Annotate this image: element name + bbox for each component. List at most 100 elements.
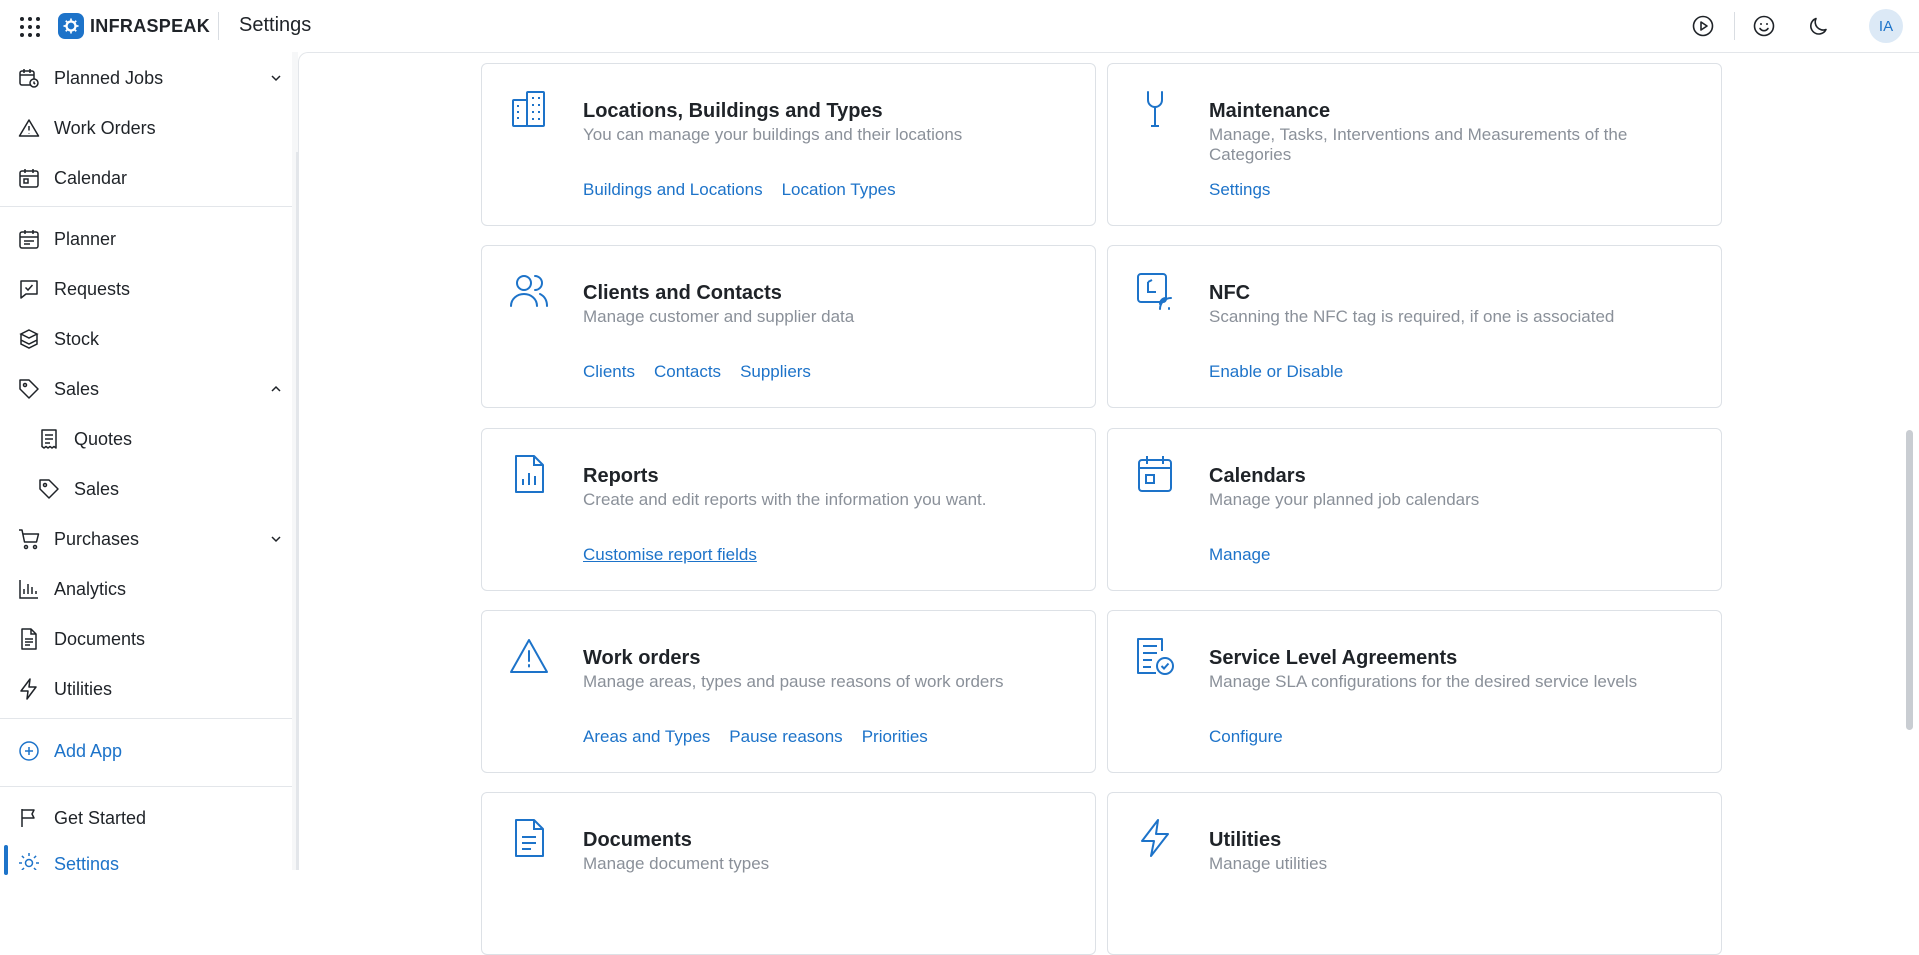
card-title: Locations, Buildings and Types <box>583 100 883 122</box>
card-title: Utilities <box>1209 829 1282 851</box>
settings-card-calendars: Calendars Manage your planned job calend… <box>1107 428 1722 591</box>
settings-card-locations: Locations, Buildings and Types You can m… <box>481 63 1096 226</box>
tag-icon <box>39 479 59 499</box>
card-title: Service Level Agreements <box>1209 647 1458 669</box>
settings-card-clients: Clients and Contacts Manage customer and… <box>481 245 1096 408</box>
card-description: Manage document types <box>583 854 770 873</box>
sidebar-item-label: Planner <box>54 228 117 249</box>
top-right-divider <box>1734 12 1735 40</box>
play-circle-icon[interactable] <box>1691 14 1715 38</box>
bar-chart-icon <box>19 580 38 599</box>
settings-card-documents: Documents Manage document types <box>481 792 1096 955</box>
sidebar-item-documents[interactable]: Documents <box>0 616 292 662</box>
wrench-icon <box>1147 91 1163 127</box>
sidebar-item-analytics[interactable]: Analytics <box>0 566 292 612</box>
calendar-icon <box>19 169 39 188</box>
card-title: Maintenance <box>1209 100 1331 122</box>
sidebar-item-label: Add App <box>54 740 123 761</box>
sidebar: Planned Jobs Work Orders Calendar Planne… <box>0 52 298 875</box>
customise-report-fields-link[interactable]: Customise report fields <box>583 545 757 565</box>
buildings-icon <box>512 91 545 127</box>
sidebar-item-sales-sub[interactable]: Sales <box>0 466 292 512</box>
user-avatar[interactable]: IA <box>1869 9 1903 43</box>
sidebar-item-get-started[interactable]: Get Started <box>0 795 292 841</box>
maintenance-settings-link[interactable]: Settings <box>1209 180 1270 200</box>
smiley-icon[interactable] <box>1752 14 1776 38</box>
buildings-and-locations-link[interactable]: Buildings and Locations <box>583 180 763 200</box>
clients-link[interactable]: Clients <box>583 362 635 382</box>
brand-name: INFRASPEAK <box>90 15 211 36</box>
chevron-down-icon[interactable] <box>268 70 284 86</box>
sidebar-item-stock[interactable]: Stock <box>0 316 292 362</box>
calendar-icon <box>1138 456 1172 492</box>
sidebar-item-label: Utilities <box>54 678 113 699</box>
sidebar-divider <box>0 786 292 787</box>
sidebar-item-planner[interactable]: Planner <box>0 216 292 262</box>
sidebar-item-label: Requests <box>54 278 131 299</box>
sidebar-divider <box>0 206 292 207</box>
settings-card-maintenance: Maintenance Manage, Tasks, Interventions… <box>1107 63 1722 226</box>
card-description: Manage SLA configurations for the desire… <box>1209 672 1638 691</box>
card-description: Manage areas, types and pause reasons of… <box>583 672 1004 691</box>
sidebar-item-settings[interactable]: Settings <box>0 845 292 870</box>
suppliers-link[interactable]: Suppliers <box>740 362 811 382</box>
sidebar-item-label: Documents <box>54 628 146 649</box>
sidebar-item-label: Quotes <box>74 428 133 449</box>
warning-triangle-icon <box>510 639 548 673</box>
cart-icon <box>19 529 40 550</box>
users-icon <box>510 275 548 307</box>
lightning-icon <box>1141 819 1169 857</box>
sidebar-panel: Planned Jobs Work Orders Calendar Planne… <box>0 52 292 875</box>
sidebar-item-requests[interactable]: Requests <box>0 266 292 312</box>
sidebar-divider <box>0 718 292 719</box>
chevron-down-icon[interactable] <box>268 531 284 547</box>
settings-content: Locations, Buildings and Types You can m… <box>298 52 1919 955</box>
settings-card-nfc: NFC Scanning the NFC tag is required, if… <box>1107 245 1722 408</box>
card-description: Manage utilities <box>1209 854 1328 873</box>
card-description: Scanning the NFC tag is required, if one… <box>1209 307 1615 326</box>
sidebar-item-purchases[interactable]: Purchases <box>0 516 292 562</box>
enable-or-disable-link[interactable]: Enable or Disable <box>1209 362 1343 382</box>
calendar-clock-icon <box>19 69 39 88</box>
location-types-link[interactable]: Location Types <box>782 180 896 200</box>
settings-card-reports: Reports Create and edit reports with the… <box>481 428 1096 591</box>
sidebar-item-label: Settings <box>54 854 120 870</box>
add-app-button[interactable]: Add App <box>0 728 292 774</box>
sidebar-item-planned-jobs[interactable]: Planned Jobs <box>0 55 292 101</box>
card-description: Manage your planned job calendars <box>1209 490 1480 509</box>
sidebar-item-calendar[interactable]: Calendar <box>0 155 292 201</box>
sidebar-item-label: Sales <box>74 478 120 499</box>
apps-grid-icon[interactable] <box>18 15 42 39</box>
areas-and-types-link[interactable]: Areas and Types <box>583 727 710 747</box>
card-description: Manage customer and supplier data <box>583 307 855 326</box>
main-scrollbar[interactable] <box>1906 430 1913 730</box>
card-title: Reports <box>583 465 659 487</box>
planner-icon <box>19 230 39 249</box>
priorities-link[interactable]: Priorities <box>862 727 928 747</box>
card-description: You can manage your buildings and their … <box>583 125 963 144</box>
chevron-up-icon[interactable] <box>268 381 284 397</box>
sidebar-item-quotes[interactable]: Quotes <box>0 416 292 462</box>
pause-reasons-link[interactable]: Pause reasons <box>729 727 842 747</box>
card-title: Work orders <box>583 647 701 669</box>
configure-sla-link[interactable]: Configure <box>1209 727 1283 747</box>
card-description: Manage, Tasks, Interventions and Measure… <box>1209 125 1628 164</box>
plus-circle-icon <box>19 741 39 761</box>
manage-calendars-link[interactable]: Manage <box>1209 545 1270 565</box>
flag-icon <box>21 809 35 827</box>
sidebar-item-label: Planned Jobs <box>54 67 164 88</box>
brand-logo[interactable]: INFRASPEAK <box>58 13 210 39</box>
document-icon <box>515 819 544 857</box>
contacts-link[interactable]: Contacts <box>654 362 721 382</box>
settings-card-work-orders: Work orders Manage areas, types and paus… <box>481 610 1096 773</box>
sidebar-item-work-orders[interactable]: Work Orders <box>0 105 292 151</box>
sidebar-item-label: Sales <box>54 378 100 399</box>
card-description: Create and edit reports with the informa… <box>583 490 987 509</box>
sidebar-item-utilities[interactable]: Utilities <box>0 666 292 712</box>
moon-icon[interactable] <box>1807 14 1831 38</box>
boxes-icon <box>19 329 39 349</box>
settings-card-utilities: Utilities Manage utilities <box>1107 792 1722 955</box>
brand-mark-icon <box>58 13 84 39</box>
sidebar-item-sales[interactable]: Sales <box>0 366 292 412</box>
sidebar-item-label: Purchases <box>54 528 140 549</box>
